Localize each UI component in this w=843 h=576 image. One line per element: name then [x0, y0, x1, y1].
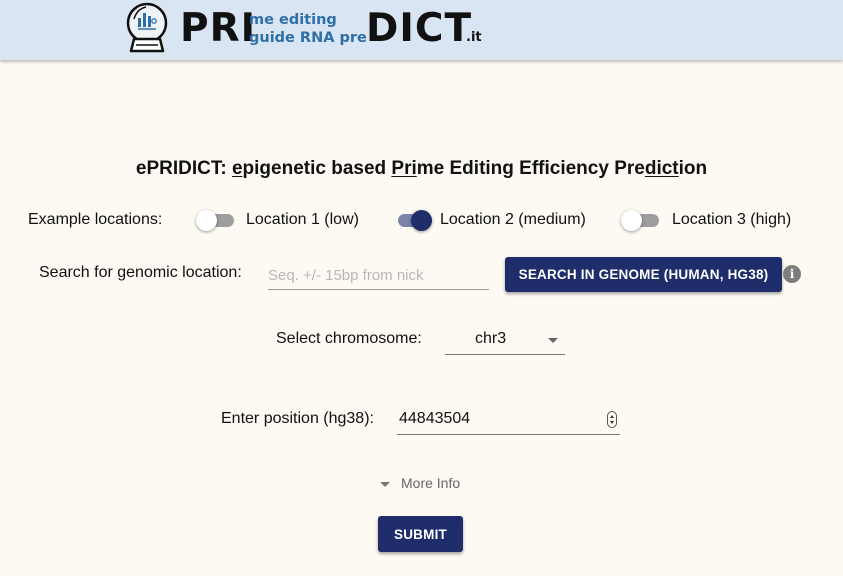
logo-subtitle-line1: me editing [249, 12, 337, 28]
more-info-label: More Info [401, 475, 461, 491]
logo-dict-text: DICT [366, 6, 473, 51]
chromosome-label: Select chromosome: [276, 330, 422, 347]
position-value: 44843504 [399, 410, 471, 427]
switch-thumb [196, 210, 217, 231]
number-stepper-icon[interactable] [607, 411, 617, 428]
position-label: Enter position (hg38): [221, 410, 374, 427]
app-header: PRI me editing guide RNA pre DICT .it [0, 0, 843, 60]
logo-subtitle: me editing guide RNA pre [249, 11, 367, 47]
search-genome-button[interactable]: SEARCH IN GENOME (HUMAN, HG38) [505, 257, 782, 292]
location-2-label[interactable]: Location 2 (medium) [440, 211, 586, 229]
title-part: me Editing Efficiency Pre [416, 158, 645, 179]
example-locations-label: Example locations: [28, 211, 163, 228]
logo-subtitle-line2: guide RNA pre [249, 30, 367, 46]
title-part: pigenetic based [242, 158, 392, 179]
location-2-switch[interactable] [394, 208, 434, 232]
stepper-up-icon [610, 415, 614, 418]
title-part: ePRIDICT: [135, 158, 232, 179]
location-1-label[interactable]: Location 1 (low) [246, 211, 359, 229]
caret-down-icon [380, 482, 390, 487]
chevron-down-icon [548, 338, 558, 343]
crystal-ball-icon [126, 2, 168, 53]
chromosome-select[interactable]: chr3 [445, 325, 565, 355]
switch-thumb [411, 210, 432, 231]
location-3-label[interactable]: Location 3 (high) [672, 211, 791, 229]
stepper-down-icon [610, 421, 614, 424]
submit-button[interactable]: SUBMIT [378, 516, 463, 552]
logo-suffix: .it [466, 30, 482, 45]
title-underlined: dict [644, 158, 679, 179]
position-input[interactable]: 44843504 [397, 405, 620, 435]
switch-thumb [621, 210, 642, 231]
location-1-switch[interactable] [196, 208, 236, 232]
page-title: ePRIDICT: epigenetic based Prime Editing… [0, 158, 843, 180]
title-underlined: e [231, 158, 243, 179]
logo-pri-text: PRI [180, 6, 257, 51]
search-label: Search for genomic location: [39, 264, 242, 281]
info-icon[interactable]: i [783, 265, 801, 283]
title-underlined: Pri [391, 158, 417, 179]
sequence-search-input[interactable] [268, 261, 489, 290]
location-3-switch[interactable] [621, 208, 661, 232]
chromosome-selected-value: chr3 [475, 330, 507, 347]
title-part: ion [678, 158, 708, 179]
